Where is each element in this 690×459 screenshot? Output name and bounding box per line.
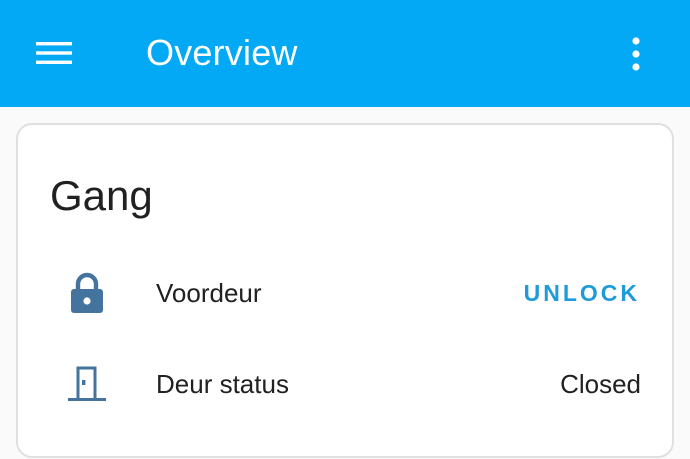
app-toolbar: Overview bbox=[0, 0, 690, 107]
entity-state: Closed bbox=[560, 369, 641, 399]
entity-name[interactable]: Voordeur bbox=[156, 258, 262, 328]
menu-button[interactable] bbox=[24, 30, 84, 76]
overflow-menu-button[interactable] bbox=[610, 28, 662, 80]
entity-name[interactable]: Deur status bbox=[156, 349, 289, 419]
entity-row-deur-status: Deur status Closed bbox=[18, 349, 672, 419]
page-title: Overview bbox=[146, 32, 298, 73]
door-closed-icon bbox=[64, 361, 110, 407]
entities-card: Gang Voordeur UNLOCK Deur status Closed bbox=[16, 123, 674, 458]
lock-icon bbox=[64, 270, 110, 316]
unlock-button[interactable]: UNLOCK bbox=[520, 273, 644, 313]
dots-vertical-icon bbox=[632, 37, 640, 71]
hamburger-menu-icon bbox=[36, 42, 72, 64]
entity-row-voordeur: Voordeur UNLOCK bbox=[18, 258, 672, 328]
app: Overview Gang Voordeur UNLOCK Deur statu… bbox=[0, 0, 690, 459]
card-title: Gang bbox=[50, 172, 153, 219]
